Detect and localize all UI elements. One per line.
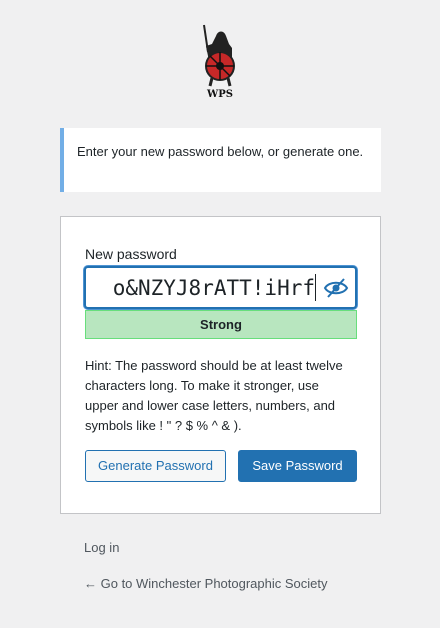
new-password-label: New password bbox=[85, 246, 177, 262]
logo-text: WPS bbox=[206, 89, 233, 100]
login-link[interactable]: Log in bbox=[84, 540, 119, 555]
message-text: Enter your new password below, or genera… bbox=[77, 144, 364, 159]
back-to-site-link[interactable]: ← Go to Winchester Photographic Society bbox=[84, 576, 328, 591]
password-input[interactable]: o&NZYJ8rATT!iHrf bbox=[113, 275, 315, 301]
eye-slash-icon bbox=[323, 278, 349, 298]
info-message: Enter your new password below, or genera… bbox=[60, 128, 381, 192]
generate-password-button[interactable]: Generate Password bbox=[85, 450, 226, 482]
password-hint: Hint: The password should be at least tw… bbox=[85, 358, 343, 433]
text-caret bbox=[315, 274, 316, 301]
toggle-password-visibility-button[interactable] bbox=[323, 276, 349, 300]
site-logo[interactable]: WPS bbox=[196, 22, 244, 100]
reset-password-form: New password o&NZYJ8rATT!iHrf Strong Hin… bbox=[60, 216, 381, 514]
password-strength-meter: Strong bbox=[85, 310, 357, 339]
save-password-button[interactable]: Save Password bbox=[238, 450, 357, 482]
password-field[interactable]: o&NZYJ8rATT!iHrf bbox=[84, 266, 357, 309]
society-logo-icon: WPS bbox=[203, 24, 235, 100]
